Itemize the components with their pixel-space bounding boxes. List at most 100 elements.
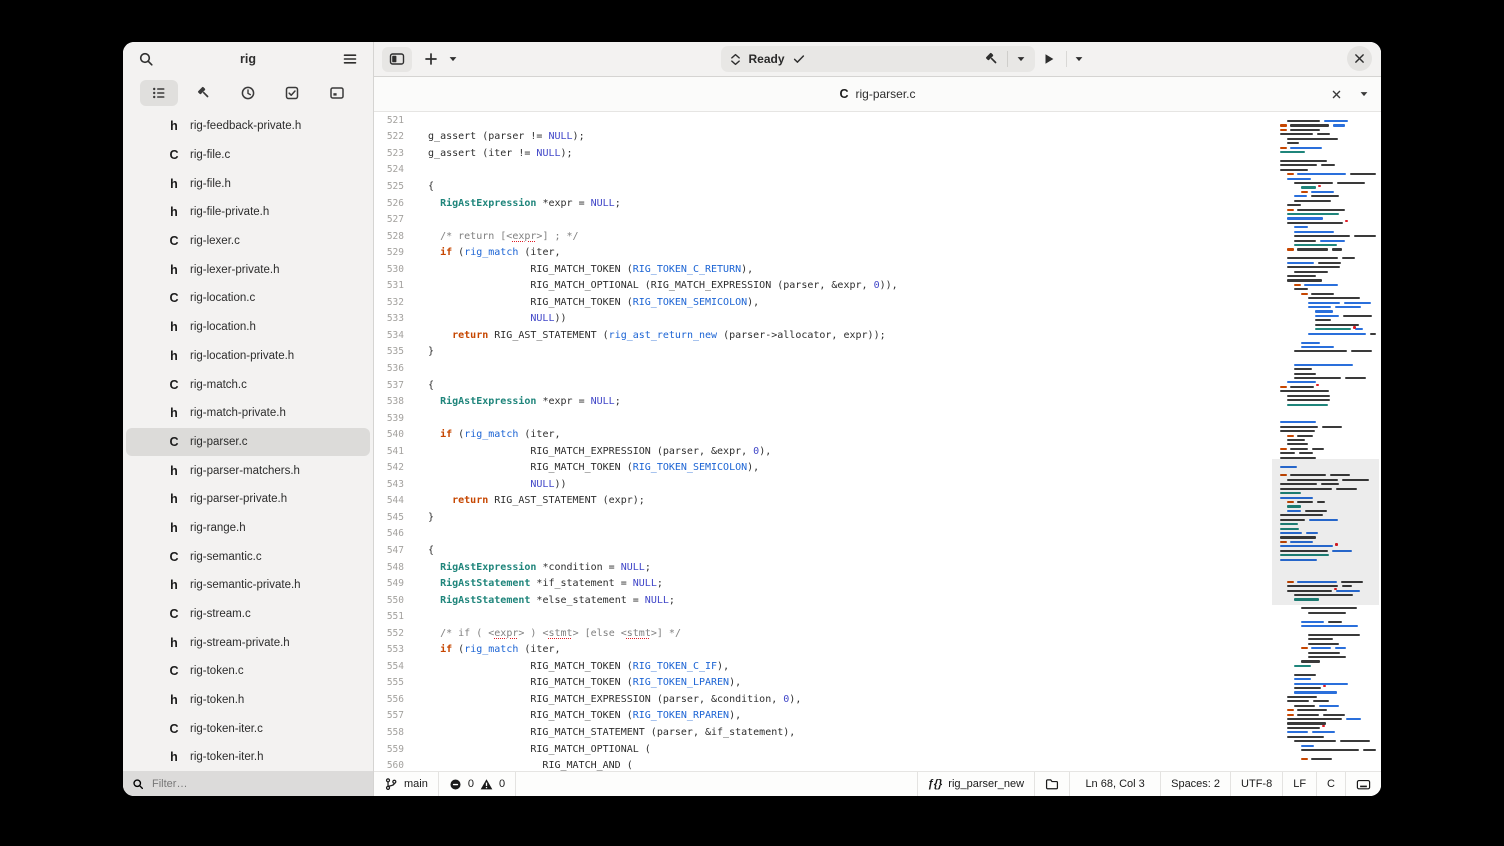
code-line[interactable]: 533 NULL)) (374, 311, 1381, 328)
page-close-button[interactable] (1327, 85, 1345, 103)
minimap-line (1311, 647, 1331, 649)
code-line[interactable]: 546 (374, 526, 1381, 543)
minimap-line (1280, 421, 1316, 423)
code-line[interactable]: 531 RIG_MATCH_OPTIONAL (RIG_MATCH_EXPRES… (374, 277, 1381, 294)
filter-input[interactable] (150, 777, 354, 791)
file-list-item[interactable]: Crig-stream.c (126, 600, 370, 629)
page-menu-button[interactable] (1355, 85, 1373, 103)
omni-bar[interactable]: Ready (721, 46, 1035, 72)
file-list-item[interactable]: hrig-file-private.h (126, 198, 370, 227)
minimap-line (1345, 377, 1366, 379)
code-line[interactable]: 556 RIG_MATCH_EXPRESSION (parser, &condi… (374, 691, 1381, 708)
code-line[interactable]: 549 RigAstStatement *if_statement = NULL… (374, 575, 1381, 592)
cursor-position-button[interactable]: Ln 68, Col 3 (1069, 772, 1160, 796)
build-button[interactable] (984, 51, 1000, 67)
code-line[interactable]: 526 RigAstExpression *expr = NULL; (374, 195, 1381, 212)
code-line[interactable]: 532 RIG_MATCH_TOKEN (RIG_TOKEN_SEMICOLON… (374, 294, 1381, 311)
code-line[interactable]: 557 RIG_MATCH_TOKEN (RIG_TOKEN_RPAREN), (374, 708, 1381, 725)
indentation-button[interactable]: Spaces: 2 (1160, 772, 1230, 796)
code-line[interactable]: 552 /* if ( <expr> ) <stmt> [else <stmt>… (374, 625, 1381, 642)
code-line[interactable]: 539 (374, 410, 1381, 427)
code-line[interactable]: 544 return RIG_AST_STATEMENT (expr); (374, 493, 1381, 510)
file-list-item[interactable]: hrig-file.h (126, 169, 370, 198)
code-line[interactable]: 560 RIG_MATCH_AND ( (374, 757, 1381, 771)
diagnostics-button[interactable]: 0 0 (439, 772, 516, 796)
code-line[interactable]: 547 { (374, 542, 1381, 559)
source-editor[interactable]: 521522 g_assert (parser != NULL);523 g_a… (374, 112, 1381, 771)
code-line[interactable]: 559 RIG_MATCH_OPTIONAL ( (374, 741, 1381, 758)
code-line[interactable]: 529 if (rig_match (iter, (374, 244, 1381, 261)
code-line[interactable]: 521 (374, 112, 1381, 129)
file-list-item[interactable]: hrig-match-private.h (126, 399, 370, 428)
sidebar-tab-build[interactable] (185, 80, 223, 106)
code-line[interactable]: 541 RIG_MATCH_EXPRESSION (parser, &expr,… (374, 443, 1381, 460)
language-button[interactable]: C (1316, 772, 1345, 796)
branch-button[interactable]: main (374, 772, 439, 796)
file-list-item[interactable]: hrig-location-private.h (126, 342, 370, 371)
file-list-item[interactable]: hrig-token.h (126, 686, 370, 715)
code-line[interactable]: 537 { (374, 377, 1381, 394)
run-button[interactable] (1036, 46, 1062, 72)
file-list-item[interactable]: hrig-token-iter.h (126, 743, 370, 771)
sidebar-tab-documentation[interactable] (318, 80, 356, 106)
code-line[interactable]: 540 if (rig_match (iter, (374, 426, 1381, 443)
code-text: return RIG_AST_STATEMENT (expr); (416, 495, 645, 506)
symbol-button[interactable]: ƒ{} rig_parser_new (917, 772, 1035, 796)
code-line[interactable]: 548 RigAstExpression *condition = NULL; (374, 559, 1381, 576)
search-button[interactable] (133, 46, 159, 72)
code-line[interactable]: 545 } (374, 509, 1381, 526)
new-document-button[interactable] (418, 46, 444, 72)
file-list-item[interactable]: hrig-feedback-private.h (126, 112, 370, 141)
keyboard-button[interactable] (1345, 772, 1381, 796)
code-line[interactable]: 558 RIG_MATCH_STATEMENT (parser, &if_sta… (374, 724, 1381, 741)
sidebar-tab-project-tree[interactable] (140, 80, 178, 106)
line-ending-button[interactable]: LF (1282, 772, 1316, 796)
code-line[interactable]: 555 RIG_MATCH_TOKEN (RIG_TOKEN_LPAREN), (374, 675, 1381, 692)
build-menu-button[interactable] (1015, 53, 1027, 65)
code-line[interactable]: 554 RIG_MATCH_TOKEN (RIG_TOKEN_C_IF), (374, 658, 1381, 675)
code-line[interactable]: 523 g_assert (iter != NULL); (374, 145, 1381, 162)
window-close-button[interactable] (1347, 46, 1372, 71)
file-list-item[interactable]: Crig-lexer.c (126, 227, 370, 256)
code-line[interactable]: 530 RIG_MATCH_TOKEN (RIG_TOKEN_C_RETURN)… (374, 261, 1381, 278)
file-list-item[interactable]: hrig-lexer-private.h (126, 255, 370, 284)
file-list-item[interactable]: hrig-location.h (126, 313, 370, 342)
run-menu-button[interactable] (1071, 46, 1087, 72)
code-line[interactable]: 543 NULL)) (374, 476, 1381, 493)
primary-menu-button[interactable] (337, 46, 363, 72)
code-line[interactable]: 542 RIG_MATCH_TOKEN (RIG_TOKEN_SEMICOLON… (374, 459, 1381, 476)
file-list-item[interactable]: Crig-token.c (126, 657, 370, 686)
toggle-sidebar-button[interactable] (382, 47, 412, 72)
file-list-item[interactable]: Crig-match.c (126, 370, 370, 399)
code-line[interactable]: 534 return RIG_AST_STATEMENT (rig_ast_re… (374, 327, 1381, 344)
code-line[interactable]: 527 (374, 211, 1381, 228)
file-list-item[interactable]: Crig-semantic.c (126, 542, 370, 571)
code-line[interactable]: 538 RigAstExpression *expr = NULL; (374, 393, 1381, 410)
code-line[interactable]: 535 } (374, 344, 1381, 361)
file-list-item[interactable]: hrig-parser-private.h (126, 485, 370, 514)
encoding-button[interactable]: UTF-8 (1230, 772, 1282, 796)
minimap-line (1315, 328, 1351, 330)
project-folder-button[interactable] (1034, 772, 1069, 796)
sidebar-tab-history[interactable] (229, 80, 267, 106)
file-list-item[interactable]: Crig-token-iter.c (126, 714, 370, 743)
minimap-viewport[interactable] (1272, 459, 1379, 605)
sidebar-tab-tests[interactable] (273, 80, 311, 106)
code-line[interactable]: 550 RigAstStatement *else_statement = NU… (374, 592, 1381, 609)
new-document-menu-button[interactable] (446, 46, 460, 72)
file-list-item[interactable]: Crig-location.c (126, 284, 370, 313)
code-line[interactable]: 524 (374, 162, 1381, 179)
code-line[interactable]: 522 g_assert (parser != NULL); (374, 129, 1381, 146)
file-list-item[interactable]: hrig-parser-matchers.h (126, 456, 370, 485)
code-line[interactable]: 553 if (rig_match (iter, (374, 642, 1381, 659)
code-line[interactable]: 528 /* return [<expr>] ; */ (374, 228, 1381, 245)
code-line[interactable]: 551 (374, 608, 1381, 625)
file-list-item[interactable]: hrig-range.h (126, 514, 370, 543)
file-list-item[interactable]: hrig-semantic-private.h (126, 571, 370, 600)
file-list-item[interactable]: hrig-stream-private.h (126, 628, 370, 657)
minimap[interactable] (1272, 112, 1379, 771)
code-line[interactable]: 536 (374, 360, 1381, 377)
code-line[interactable]: 525 { (374, 178, 1381, 195)
file-list-item[interactable]: Crig-file.c (126, 141, 370, 170)
file-list-item[interactable]: Crig-parser.c (126, 428, 370, 457)
